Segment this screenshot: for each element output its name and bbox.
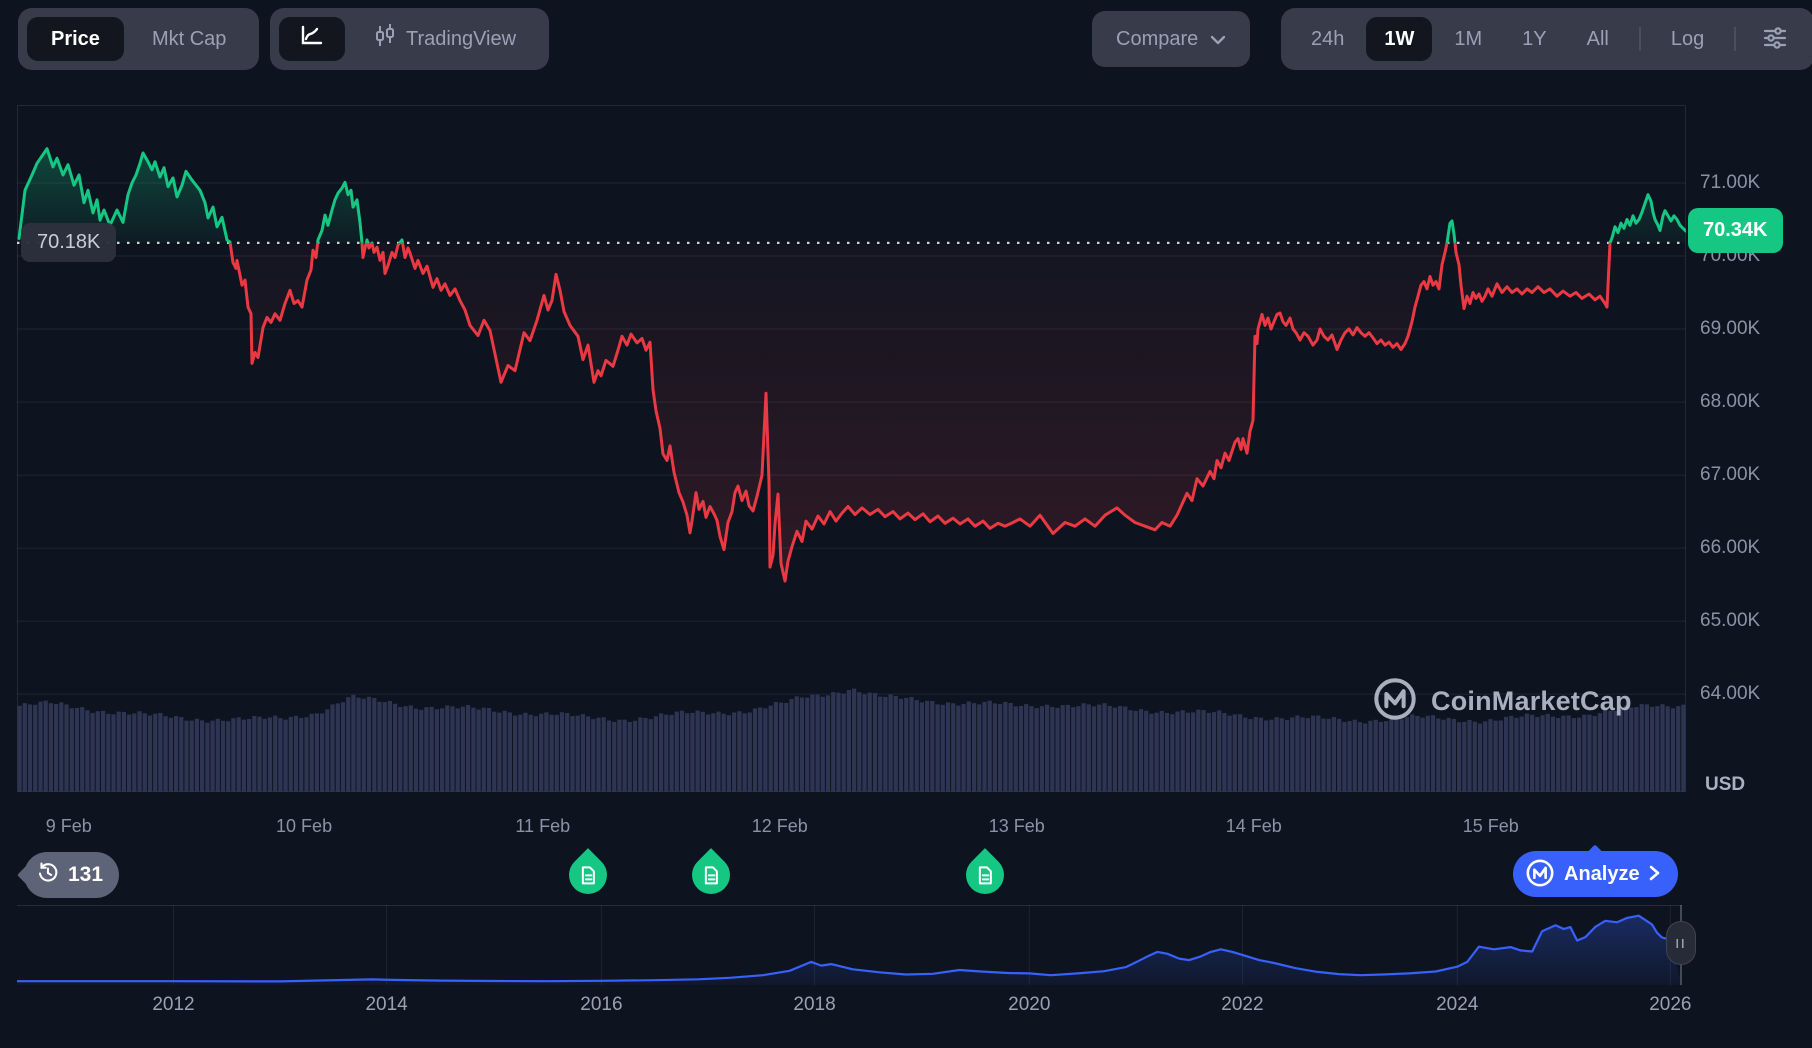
- coinmarketcap-watermark: CoinMarketCap: [1372, 676, 1632, 727]
- history-count: 131: [68, 863, 103, 887]
- baseline-price-label: 70.18K: [21, 223, 116, 262]
- document-icon: [703, 865, 720, 885]
- range-1y[interactable]: 1Y: [1504, 17, 1564, 61]
- y-tick-label: 65.00K: [1700, 610, 1800, 632]
- analyze-label: Analyze: [1564, 863, 1640, 886]
- document-icon: [579, 865, 596, 885]
- overview-range-chart[interactable]: [17, 905, 1682, 985]
- document-icon: [977, 865, 994, 885]
- history-count-badge[interactable]: 131: [24, 852, 119, 898]
- chart-settings-button[interactable]: [1748, 17, 1802, 61]
- range-all[interactable]: All: [1569, 17, 1627, 61]
- news-marker[interactable]: [684, 848, 738, 902]
- candlestick-icon: [373, 23, 397, 55]
- divider: [1639, 27, 1641, 51]
- year-tick-label: 2026: [1649, 994, 1691, 1016]
- year-tick-label: 2020: [1008, 994, 1050, 1016]
- range-1m[interactable]: 1M: [1436, 17, 1500, 61]
- line-chart-icon: [299, 24, 325, 54]
- x-tick-label: 15 Feb: [1463, 816, 1519, 837]
- x-tick-label: 9 Feb: [46, 816, 92, 837]
- watermark-text: CoinMarketCap: [1431, 686, 1632, 717]
- year-tick-label: 2022: [1221, 994, 1263, 1016]
- chart-type-toggle: TradingView: [270, 8, 549, 70]
- chevron-right-icon: [1649, 865, 1660, 884]
- y-tick-label: 64.00K: [1700, 683, 1800, 705]
- tradingview-toggle[interactable]: TradingView: [349, 17, 540, 61]
- tradingview-label: TradingView: [406, 28, 516, 51]
- x-tick-label: 11 Feb: [515, 816, 570, 837]
- year-tick-label: 2014: [365, 994, 407, 1016]
- year-tick-label: 2012: [152, 994, 194, 1016]
- price-mktcap-toggle: Price Mkt Cap: [18, 8, 259, 70]
- range-selector: 24h 1W 1M 1Y All Log: [1281, 8, 1812, 70]
- divider: [1734, 27, 1736, 51]
- line-chart-toggle[interactable]: [279, 17, 345, 61]
- x-tick-label: 14 Feb: [1226, 816, 1282, 837]
- chart-panel: Price Mkt Cap Tr: [0, 0, 1812, 1048]
- news-marker[interactable]: [958, 848, 1012, 902]
- x-tick-label: 10 Feb: [276, 816, 332, 837]
- mktcap-tab[interactable]: Mkt Cap: [128, 17, 250, 61]
- year-tick-label: 2024: [1436, 994, 1478, 1016]
- price-tab[interactable]: Price: [27, 17, 124, 61]
- y-tick-label: 67.00K: [1700, 464, 1800, 486]
- compare-button[interactable]: Compare: [1092, 11, 1250, 67]
- y-tick-label: 68.00K: [1700, 391, 1800, 413]
- sliders-icon: [1762, 26, 1788, 53]
- range-1w[interactable]: 1W: [1366, 17, 1432, 61]
- x-tick-label: 13 Feb: [989, 816, 1045, 837]
- year-tick-label: 2018: [793, 994, 835, 1016]
- history-clock-icon: [36, 860, 60, 890]
- currency-unit-label: USD: [1705, 774, 1745, 796]
- coinmarketcap-logo-icon: [1525, 858, 1555, 891]
- x-tick-label: 12 Feb: [752, 816, 808, 837]
- range-handle[interactable]: II: [1666, 921, 1696, 965]
- analyze-button[interactable]: Analyze: [1513, 851, 1678, 897]
- news-marker[interactable]: [561, 848, 615, 902]
- year-tick-label: 2016: [580, 994, 622, 1016]
- y-tick-label: 66.00K: [1700, 537, 1800, 559]
- log-scale-toggle[interactable]: Log: [1653, 17, 1722, 61]
- y-tick-label: 69.00K: [1700, 318, 1800, 340]
- y-tick-label: 71.00K: [1700, 172, 1800, 194]
- chevron-down-icon: [1210, 28, 1226, 51]
- range-24h[interactable]: 24h: [1293, 17, 1362, 61]
- coinmarketcap-logo-icon: [1372, 676, 1418, 727]
- current-price-badge: 70.34K: [1688, 208, 1783, 253]
- compare-label: Compare: [1116, 28, 1198, 51]
